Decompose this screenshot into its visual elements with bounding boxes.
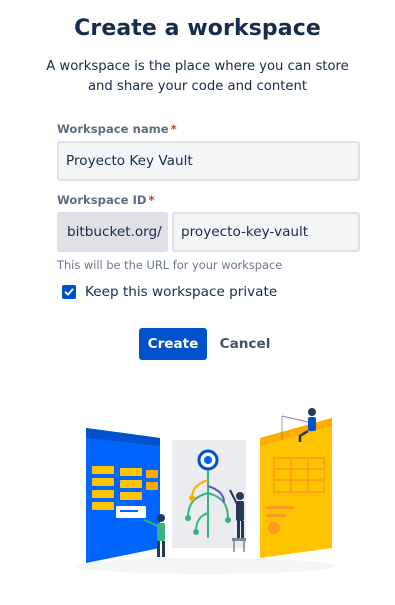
create-button[interactable]: Create bbox=[139, 328, 207, 360]
workspace-url-prefix: bitbucket.org/ bbox=[57, 212, 168, 252]
page-subtitle: A workspace is the place where you can s… bbox=[46, 59, 349, 94]
private-workspace-option[interactable]: Keep this workspace private bbox=[62, 284, 277, 300]
checkmark-icon bbox=[64, 288, 74, 296]
workspace-name-label-text: Workspace name bbox=[57, 122, 169, 136]
workspace-id-input[interactable]: proyecto-key-vault bbox=[172, 212, 360, 252]
workspace-id-label: Workspace ID * bbox=[57, 193, 155, 207]
workspace-id-helper-text: This will be the URL for your workspace bbox=[57, 258, 283, 272]
workspace-name-label: Workspace name * bbox=[57, 122, 177, 136]
private-checkbox[interactable] bbox=[62, 285, 76, 299]
required-marker: * bbox=[148, 193, 155, 207]
workspace-id-label-text: Workspace ID bbox=[57, 193, 147, 207]
required-marker: * bbox=[170, 122, 177, 136]
workspace-illustration bbox=[75, 408, 335, 574]
workspace-name-input[interactable]: Proyecto Key Vault bbox=[57, 141, 360, 181]
branch-diagram-illustration bbox=[172, 440, 246, 548]
private-checkbox-label: Keep this workspace private bbox=[85, 284, 278, 300]
page-title: Create a workspace bbox=[74, 16, 321, 41]
kanban-board-illustration bbox=[86, 428, 160, 563]
document-board-illustration bbox=[260, 418, 332, 558]
cancel-button[interactable]: Cancel bbox=[215, 328, 275, 360]
